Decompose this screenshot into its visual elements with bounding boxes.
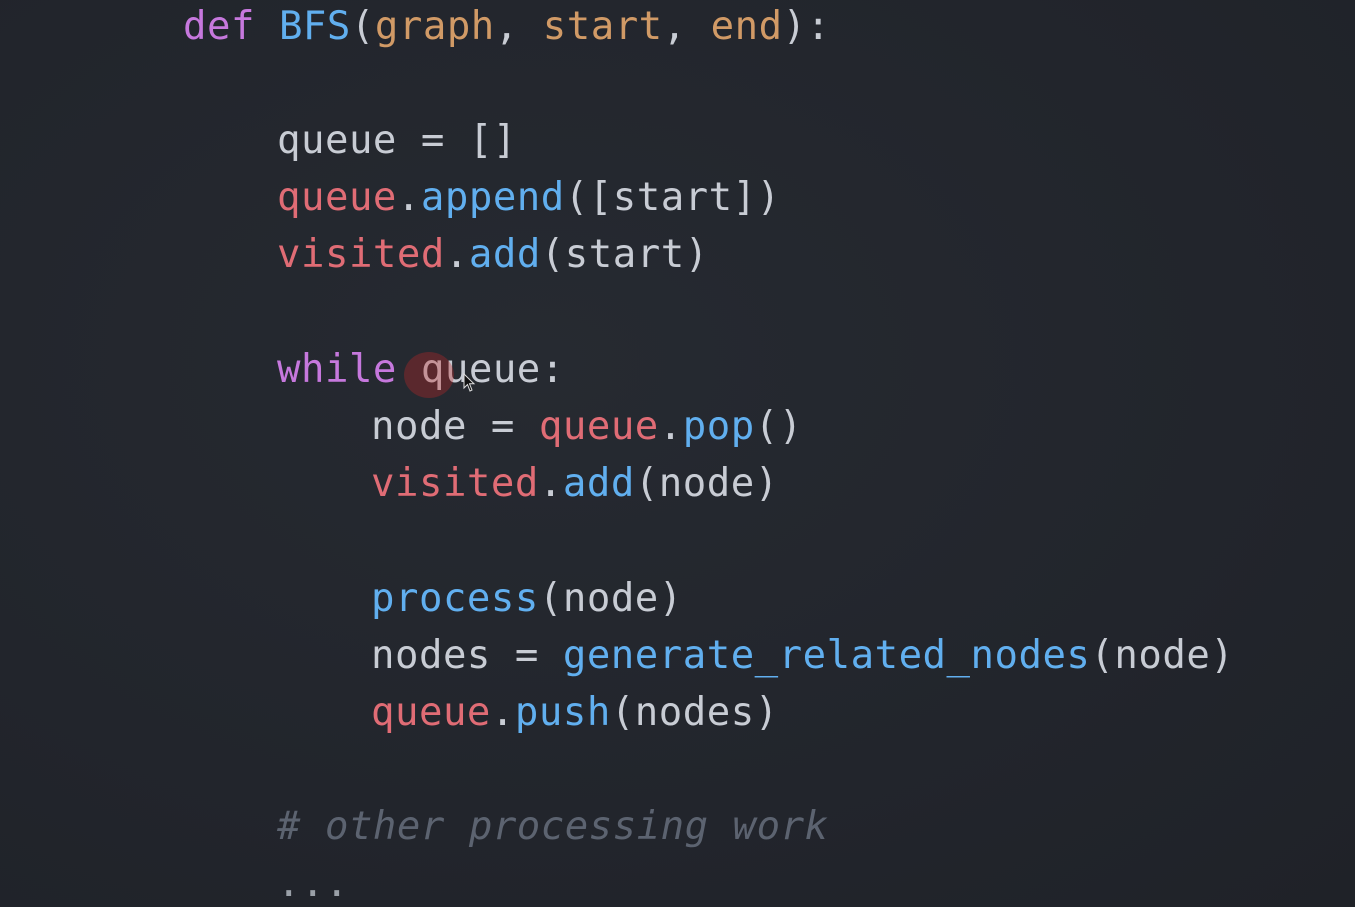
code-token: visited [277, 232, 445, 277]
code-token: def [183, 4, 255, 49]
code-line[interactable]: queue = [] [277, 116, 517, 166]
code-token: (start) [540, 232, 709, 277]
code-token: process [371, 576, 539, 621]
code-token: generate_related_nodes [562, 633, 1091, 678]
mouse-pointer-icon [463, 373, 476, 392]
code-line[interactable]: queue.append([start]) [277, 173, 781, 223]
code-line[interactable]: visited.add(node) [371, 459, 779, 509]
code-token: . [658, 404, 683, 449]
code-token: end [710, 4, 783, 49]
code-token: () [754, 404, 803, 449]
code-token: nodes = [371, 633, 563, 678]
code-token: start [542, 4, 663, 49]
code-line[interactable]: process(node) [371, 574, 683, 624]
code-token: (node) [538, 576, 683, 621]
code-token: ( [350, 4, 375, 49]
code-token: node = [371, 404, 539, 449]
code-line[interactable]: ... [277, 859, 349, 907]
click-highlight-icon [404, 352, 454, 398]
code-token: . [538, 461, 563, 506]
code-token: . [490, 690, 515, 735]
code-token: add [562, 461, 635, 506]
code-line[interactable]: node = queue.pop() [371, 402, 803, 452]
code-token: (node) [1090, 633, 1235, 678]
code-token: ... [277, 861, 349, 906]
code-token: push [514, 690, 611, 735]
code-line[interactable]: visited.add(start) [277, 230, 709, 280]
code-token: visited [371, 461, 539, 506]
code-token: add [468, 232, 541, 277]
code-token: (nodes) [610, 690, 779, 735]
code-token: , [494, 4, 543, 49]
code-token: ): [782, 4, 831, 49]
code-token: queue [371, 690, 491, 735]
code-token: # other processing work [277, 804, 829, 849]
code-token: pop [682, 404, 755, 449]
code-token: graph [374, 4, 495, 49]
code-token: queue [538, 404, 659, 449]
code-token: . [444, 232, 469, 277]
code-token: append [420, 175, 565, 220]
code-token: , [662, 4, 711, 49]
code-token: ([start]) [564, 175, 781, 220]
code-line[interactable]: def BFS(graph, start, end): [183, 2, 831, 52]
code-token: BFS [278, 4, 351, 49]
code-line[interactable]: # other processing work [277, 802, 829, 852]
code-line[interactable]: queue.push(nodes) [371, 688, 779, 738]
code-editor[interactable]: def BFS(graph, start, end): queue = [] que… [0, 0, 1355, 907]
code-token: (node) [634, 461, 779, 506]
code-token: queue [277, 175, 397, 220]
code-token: . [396, 175, 421, 220]
code-token: queue = [] [277, 118, 517, 163]
code-token: while [277, 347, 397, 392]
code-line[interactable]: nodes = generate_related_nodes(node) [371, 631, 1234, 681]
